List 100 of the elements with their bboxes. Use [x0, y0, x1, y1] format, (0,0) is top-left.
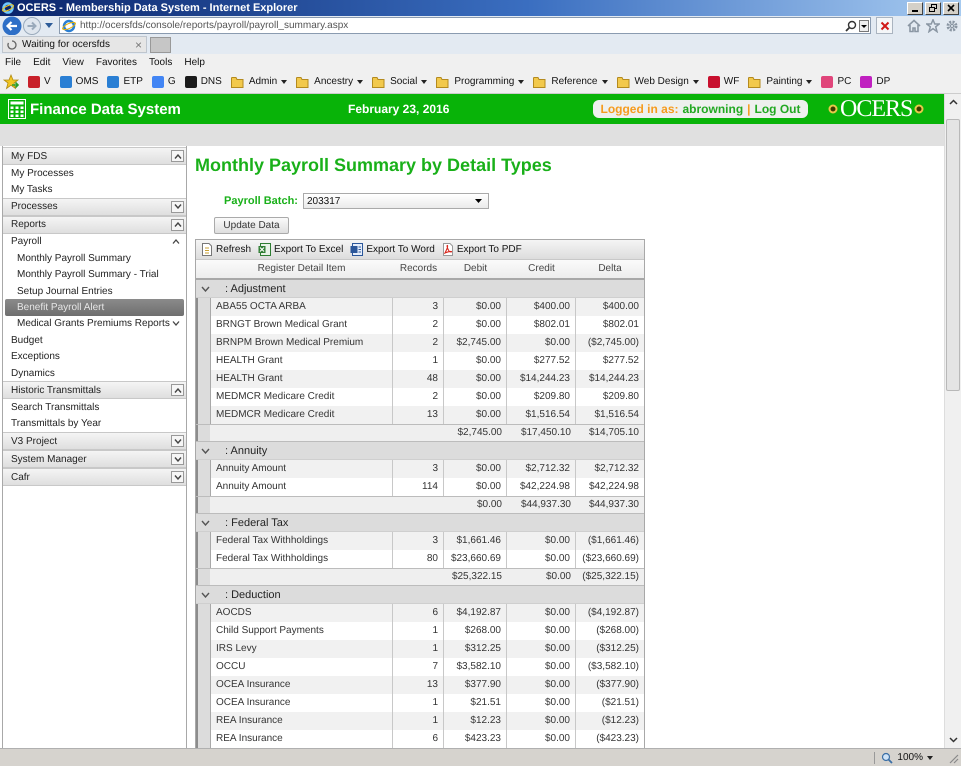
section-header[interactable]: System Manager — [3, 450, 186, 468]
caret-icon[interactable] — [45, 23, 53, 28]
table-cell-text: $802.01 — [602, 318, 640, 332]
section-header[interactable]: Reports — [3, 216, 186, 234]
favorite-link[interactable]: Social — [372, 76, 428, 88]
section-header[interactable]: Processes — [3, 198, 186, 216]
minimize-button[interactable] — [907, 2, 923, 14]
section-header[interactable]: V3 Project — [3, 432, 186, 450]
nav-item[interactable]: Setup Journal Entries — [5, 282, 184, 300]
favorite-link[interactable]: Admin — [230, 76, 288, 88]
section-title: Historic Transmittals — [11, 384, 102, 396]
resize-grip-icon[interactable] — [947, 752, 959, 764]
section-title: V3 Project — [11, 436, 58, 447]
favorite-link[interactable]: Reference — [533, 76, 608, 88]
restore-button[interactable] — [925, 2, 941, 14]
column-header[interactable]: Delta — [576, 260, 644, 278]
favorite-link[interactable]: WF — [708, 76, 740, 88]
folder-icon — [533, 76, 548, 88]
close-button[interactable] — [943, 2, 959, 14]
favorite-link[interactable]: OMS — [60, 76, 98, 88]
toolbar-button[interactable]: Refresh — [201, 243, 252, 256]
menu-item[interactable]: Favorites — [96, 56, 137, 68]
scrollbar[interactable] — [944, 94, 961, 748]
toolbar-button[interactable]: Export To Excel — [258, 243, 344, 256]
nav-item[interactable]: Monthly Payroll Summary - Trial — [5, 266, 184, 283]
address-field[interactable]: http://ocersfds/console/reports/payroll/payroll_summary.aspx — [59, 17, 871, 34]
nav-item[interactable]: Transmittals by Year — [3, 416, 186, 432]
menu-item[interactable]: View — [62, 56, 84, 68]
folder-icon — [748, 76, 762, 88]
toolbar-button[interactable]: Export To Word — [350, 243, 435, 256]
section-header[interactable]: My FDS — [3, 147, 186, 165]
chevron-icon — [174, 456, 182, 462]
favorite-link[interactable]: DP — [860, 76, 890, 88]
favorite-link[interactable]: ETP — [107, 76, 143, 88]
chevron-icon[interactable] — [201, 286, 210, 292]
chevron-icon[interactable] — [201, 592, 210, 598]
nav-item[interactable]: Monthly Payroll Summary — [5, 250, 184, 267]
section-title: My FDS — [11, 150, 48, 162]
menu-item[interactable]: Edit — [33, 56, 50, 68]
folder-icon — [296, 76, 310, 88]
caret-icon — [281, 80, 288, 84]
table-cell-text: ($2,745.00) — [586, 336, 640, 350]
toggle-button[interactable] — [171, 218, 184, 231]
column-header[interactable]: Debit — [444, 260, 507, 278]
menu-item[interactable]: Tools — [148, 56, 172, 68]
chevron-icon[interactable] — [201, 520, 210, 526]
search-icon[interactable] — [845, 20, 857, 32]
section-header[interactable]: Cafr — [3, 468, 186, 486]
favorites-star-icon[interactable] — [3, 74, 19, 90]
favorite-link[interactable]: V — [28, 76, 51, 88]
menu-item[interactable]: File — [5, 56, 22, 68]
nav-item[interactable]: Medical Grants Premiums Reports — [5, 316, 184, 332]
nav-item[interactable]: Search Transmittals — [3, 399, 186, 416]
nav-item[interactable]: Exceptions — [3, 348, 186, 365]
group-title: : Deduction — [225, 588, 281, 600]
toggle-button[interactable] — [171, 200, 184, 213]
stop-button[interactable] — [876, 17, 893, 34]
ring-icon — [828, 104, 838, 114]
tab-close-button[interactable]: × — [134, 38, 142, 50]
toggle-button[interactable] — [171, 453, 184, 466]
total-cell-text: $44,937.30 — [588, 498, 640, 512]
favorite-link[interactable]: Programming — [436, 76, 524, 88]
chevron-icon[interactable] — [172, 239, 180, 244]
favorite-link[interactable]: G — [152, 76, 176, 88]
toggle-button[interactable] — [171, 150, 184, 162]
nav-item[interactable]: Dynamics — [3, 364, 186, 382]
chevron-icon[interactable] — [172, 321, 180, 326]
close-icon — [946, 3, 956, 13]
chevron-icon — [174, 474, 182, 480]
nav-item[interactable]: My Tasks — [3, 181, 186, 198]
star-icon[interactable] — [926, 18, 940, 32]
column-header[interactable]: Register Detail Item — [210, 260, 393, 278]
row-indicator — [196, 478, 210, 496]
toggle-button[interactable] — [171, 435, 184, 448]
column-header[interactable]: Credit — [507, 260, 576, 278]
zoom-control[interactable]: 100% — [874, 752, 939, 764]
batch-select[interactable]: 203317 — [302, 193, 489, 209]
favorite-link[interactable]: PC — [821, 76, 852, 88]
favorite-link[interactable]: Ancestry — [296, 76, 364, 88]
menu-item[interactable]: Help — [184, 56, 205, 68]
nav-item[interactable]: Payroll — [3, 234, 186, 250]
chevron-icon[interactable] — [201, 448, 210, 454]
nav-item[interactable]: Budget — [3, 332, 186, 349]
toggle-button[interactable] — [171, 471, 184, 484]
section-header[interactable]: Historic Transmittals — [3, 381, 186, 400]
table-cell-text: $42,224.98 — [588, 480, 640, 494]
browser-tab[interactable]: Waiting for ocersfds × — [2, 36, 147, 53]
favorite-link[interactable]: Web Design — [616, 76, 699, 88]
nav-item[interactable]: My Processes — [3, 165, 186, 182]
favorite-link[interactable]: Painting — [748, 76, 812, 88]
update-data-button[interactable]: Update Data — [214, 217, 289, 234]
row-indicator — [196, 406, 210, 424]
ring-icon — [914, 104, 924, 114]
toolbar-button[interactable]: Export To PDF — [442, 243, 522, 256]
column-header[interactable]: Records — [393, 260, 444, 278]
table-cell-text: ($3,582.10) — [586, 660, 640, 674]
favorite-link[interactable]: DNS — [184, 76, 222, 88]
toggle-button[interactable] — [171, 384, 184, 396]
back-button[interactable] — [2, 16, 22, 36]
dropdown-icon[interactable] — [859, 20, 869, 32]
